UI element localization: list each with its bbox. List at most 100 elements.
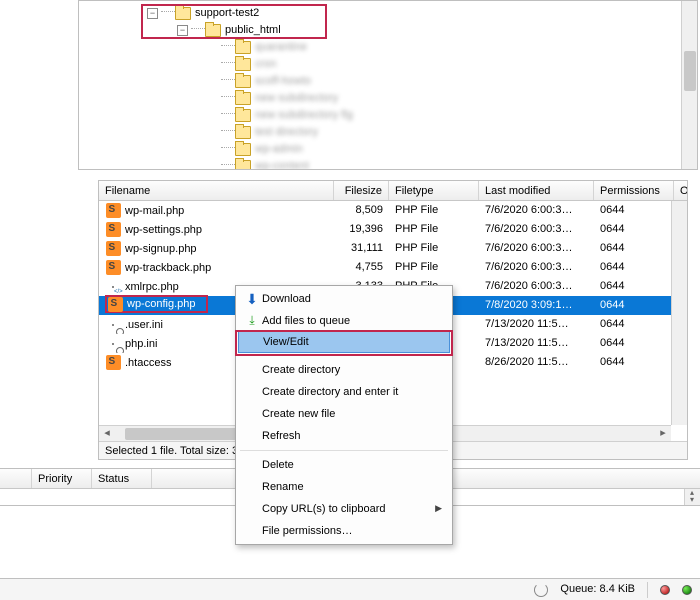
ctx-download[interactable]: ⬇ Download (238, 288, 450, 310)
scroll-down-icon[interactable]: ▾ (684, 496, 700, 505)
file-size: 31,111 (334, 240, 389, 256)
ctx-refresh[interactable]: Refresh (238, 425, 450, 447)
ctx-file-permissions[interactable]: File permissions… (238, 520, 450, 542)
file-name: wp-signup.php (125, 242, 197, 254)
scrollbar-vertical[interactable] (681, 1, 697, 169)
ctx-create-file[interactable]: Create new file (238, 403, 450, 425)
ctx-copy-url[interactable]: Copy URL(s) to clipboard ▶ (238, 498, 450, 520)
file-permissions: 0644 (594, 240, 674, 256)
activity-spinner-icon (534, 583, 548, 597)
col-filetype[interactable]: Filetype (389, 181, 479, 200)
file-type: PHP File (389, 240, 479, 256)
folder-icon (235, 92, 251, 105)
table-row[interactable]: wp-settings.php19,396PHP File7/6/2020 6:… (99, 220, 687, 239)
ctx-create-directory-enter[interactable]: Create directory and enter it (238, 381, 450, 403)
file-size: 8,509 (334, 202, 389, 218)
file-modified: 7/6/2020 6:00:3… (479, 278, 594, 294)
table-row[interactable]: wp-signup.php31,111PHP File7/6/2020 6:00… (99, 239, 687, 258)
ctx-rename[interactable]: Rename (238, 476, 450, 498)
folder-icon (205, 24, 221, 37)
file-name: wp-settings.php (125, 223, 202, 235)
annotation-highlight: wp-config.php (105, 295, 208, 313)
collapse-icon[interactable]: − (147, 8, 158, 19)
tree-node-blurred[interactable]: wp-content (79, 158, 697, 170)
collapse-icon[interactable]: − (177, 25, 188, 36)
tree-node-blurred[interactable]: new subdirectory flg (79, 107, 697, 124)
tree-label-blurred: new subdirectory (255, 91, 338, 105)
tree-node-blurred[interactable]: test directory (79, 124, 697, 141)
add-queue-icon: ⤓ (249, 313, 254, 329)
queue-col-spacer (0, 469, 32, 488)
submenu-arrow-icon: ▶ (435, 503, 442, 515)
file-modified: 7/13/2020 11:5… (479, 335, 594, 351)
tree-label-blurred: new subdirectory flg (255, 108, 353, 122)
file-type-icon (106, 222, 121, 237)
file-type-icon (106, 355, 121, 370)
file-modified: 8/26/2020 11:5… (479, 354, 594, 370)
menu-separator (240, 355, 448, 356)
tree-node-blurred[interactable]: new subdirectory (79, 90, 697, 107)
queue-size-label: Queue: 8.4 KiB (560, 582, 635, 596)
file-name: .htaccess (125, 356, 171, 368)
file-type-icon (106, 241, 121, 256)
file-name: xmlrpc.php (125, 280, 179, 292)
folder-icon (175, 7, 191, 20)
scroll-left-icon[interactable]: ◂ (99, 426, 115, 441)
status-bar: Queue: 8.4 KiB (0, 578, 700, 600)
tree-label: public_html (225, 23, 281, 37)
file-modified: 7/13/2020 11:5… (479, 316, 594, 332)
ctx-view-edit[interactable]: View/Edit (238, 331, 450, 353)
file-modified: 7/6/2020 6:00:3… (479, 202, 594, 218)
file-modified: 7/6/2020 6:00:3… (479, 259, 594, 275)
tree-node-root[interactable]: − support-test2 (79, 5, 697, 22)
file-name: .user.ini (125, 318, 163, 330)
col-filename[interactable]: Filename (99, 181, 334, 200)
ctx-delete[interactable]: Delete (238, 454, 450, 476)
file-type-icon (106, 260, 121, 275)
file-type-icon (112, 324, 114, 326)
menu-separator (240, 450, 448, 451)
tree-node-child[interactable]: − public_html (79, 22, 697, 39)
file-name: php.ini (125, 337, 157, 349)
folder-icon (235, 109, 251, 122)
file-modified: 7/8/2020 3:09:1… (479, 297, 594, 313)
scrollbar-vertical[interactable]: ▴ ▾ (684, 489, 700, 505)
file-size: 19,396 (334, 221, 389, 237)
scrollbar-vertical[interactable] (671, 201, 687, 425)
tree-label-blurred: test directory (255, 125, 318, 139)
file-type: PHP File (389, 202, 479, 218)
file-name: wp-config.php (127, 297, 196, 311)
col-permissions[interactable]: Permissions (594, 181, 674, 200)
ctx-add-to-queue[interactable]: ⤓ Add files to queue (238, 310, 450, 332)
file-permissions: 0644 (594, 259, 674, 275)
tree-node-blurred[interactable]: wp-admin (79, 141, 697, 158)
column-headers[interactable]: Filename Filesize Filetype Last modified… (99, 181, 687, 201)
file-type: PHP File (389, 221, 479, 237)
folder-icon (235, 143, 251, 156)
tree-node-blurred[interactable]: quarantine (79, 39, 697, 56)
tree-node-blurred[interactable]: cron (79, 56, 697, 73)
queue-col-status[interactable]: Status (92, 469, 152, 488)
file-name: wp-mail.php (125, 204, 184, 216)
file-size: 4,755 (334, 259, 389, 275)
download-arrow-icon: ⬇ (246, 290, 258, 308)
tree-label: support-test2 (195, 6, 259, 20)
file-permissions: 0644 (594, 202, 674, 218)
file-type-icon (108, 297, 123, 312)
col-modified[interactable]: Last modified (479, 181, 594, 200)
col-owner[interactable]: O (674, 181, 688, 200)
tree-node-blurred[interactable]: scoff-howto (79, 73, 697, 90)
ctx-create-directory[interactable]: Create directory (238, 359, 450, 381)
table-row[interactable]: wp-mail.php 8,509PHP File7/6/2020 6:00:3…… (99, 201, 687, 220)
file-permissions: 0644 (594, 221, 674, 237)
folder-icon (235, 75, 251, 88)
table-row[interactable]: wp-trackback.php4,755PHP File7/6/2020 6:… (99, 258, 687, 277)
status-led-green-icon (682, 585, 692, 595)
context-menu: ⬇ Download ⤓ Add files to queue View/Edi… (235, 285, 453, 545)
scroll-right-icon[interactable]: ▸ (655, 426, 671, 441)
queue-col-priority[interactable]: Priority (32, 469, 92, 488)
tree-label-blurred: wp-admin (255, 142, 303, 156)
file-type-icon (112, 286, 114, 288)
col-filesize[interactable]: Filesize (334, 181, 389, 200)
status-led-red-icon (660, 585, 670, 595)
